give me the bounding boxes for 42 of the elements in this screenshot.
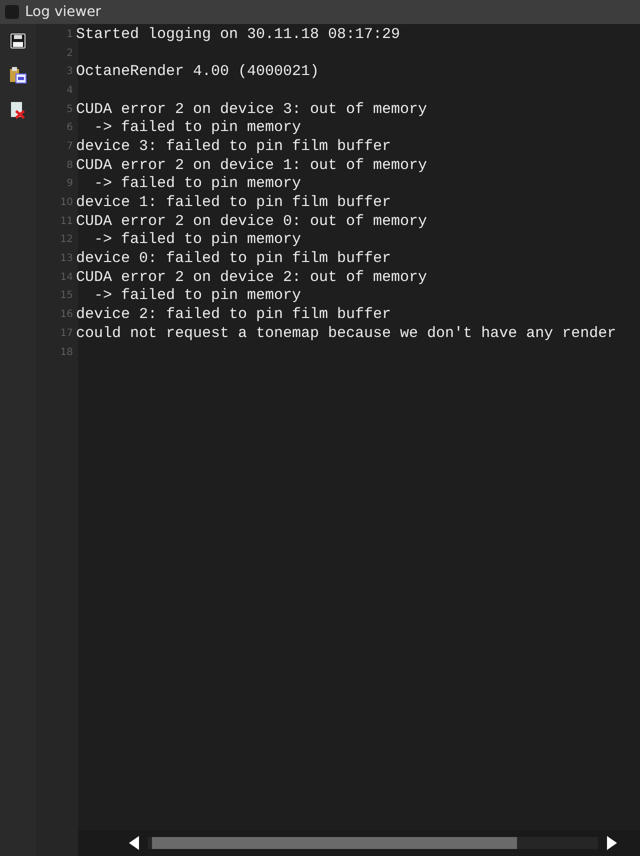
scrollbar-thumb[interactable] [152, 837, 517, 849]
line-number: 14 [59, 272, 74, 283]
line-number: 13 [59, 253, 74, 264]
log-line: -> failed to pin memory [93, 287, 302, 304]
log-line: CUDA error 2 on device 0: out of memory [76, 212, 428, 230]
line-number: 9 [66, 178, 74, 190]
line-number: 6 [66, 122, 74, 134]
log-line: CUDA error 2 on device 3: out of memory [76, 100, 428, 118]
paste-text-icon[interactable] [9, 66, 27, 84]
log-line: could not request a tonemap because we don't have any render [76, 324, 616, 342]
log-line: device 2: failed to pin film buffer [76, 306, 392, 324]
line-number: 12 [59, 234, 74, 246]
line-number: 10 [59, 197, 74, 208]
line-number: 11 [59, 216, 74, 227]
horizontal-scrollbar[interactable] [148, 837, 598, 849]
log-line: Started logging on 30.11.18 08:17:29 [76, 26, 400, 43]
line-number: 2 [66, 48, 74, 59]
line-number: 17 [59, 328, 74, 339]
log-line: CUDA error 2 on device 2: out of memory [76, 268, 428, 286]
line-number: 15 [59, 290, 74, 302]
line-number: 7 [66, 140, 74, 152]
log-line: -> failed to pin memory [93, 231, 302, 248]
window-icon [5, 5, 19, 19]
window-title: Log viewer [25, 4, 102, 20]
log-line: OctaneRender 4.00 (4000021) [76, 63, 320, 80]
scroll-left-icon[interactable] [128, 836, 140, 850]
log-line: device 3: failed to pin film buffer [76, 138, 392, 155]
line-number: 1 [66, 28, 74, 40]
save-icon[interactable] [10, 33, 26, 49]
log-line: device 0: failed to pin film buffer [76, 250, 392, 268]
line-number: 5 [66, 104, 74, 115]
line-number: 18 [59, 346, 74, 358]
log-line: -> failed to pin memory [93, 119, 302, 136]
line-number: 8 [66, 160, 74, 171]
line-number: 3 [66, 66, 74, 78]
line-number: 16 [59, 309, 74, 320]
scroll-right-icon[interactable] [606, 836, 618, 850]
line-number: 4 [66, 84, 74, 96]
clear-log-icon[interactable] [10, 101, 26, 119]
log-line: device 1: failed to pin film buffer [76, 194, 392, 212]
log-line: -> failed to pin memory [93, 175, 302, 192]
log-line: CUDA error 2 on device 1: out of memory [76, 156, 428, 174]
